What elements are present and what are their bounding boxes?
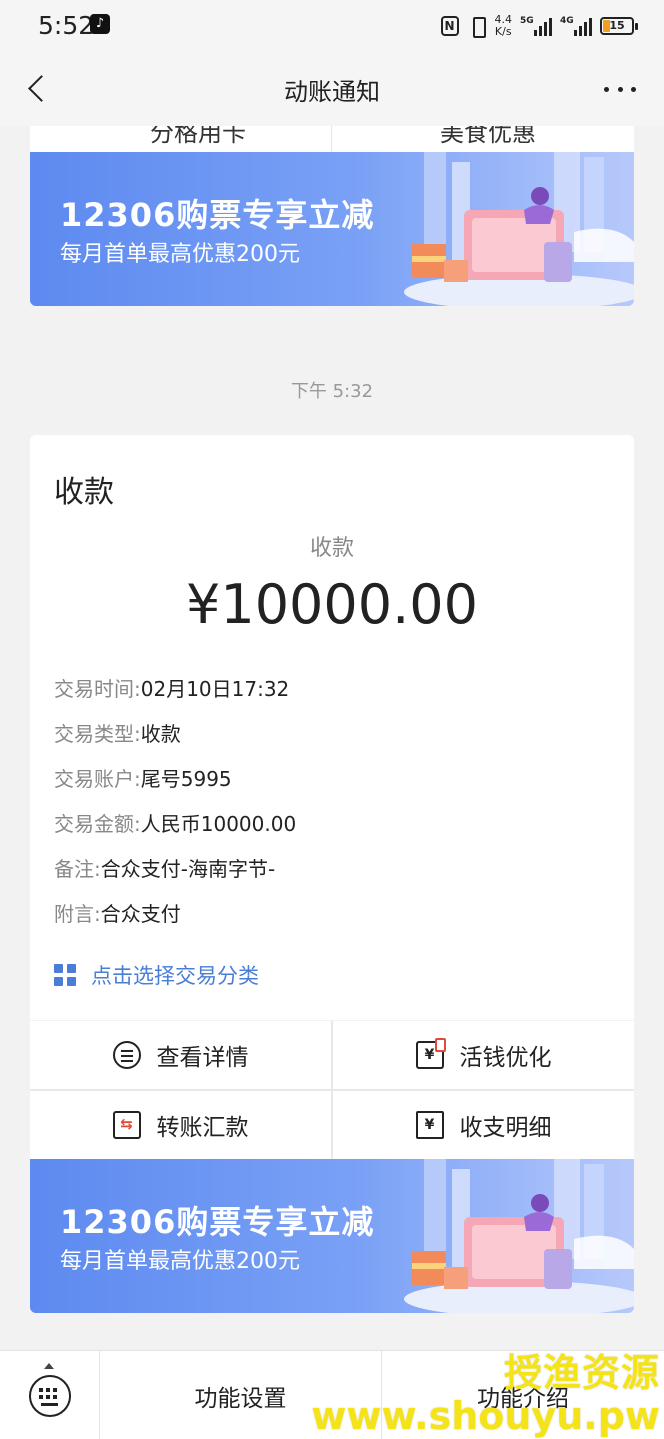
- network-speed: 4.4 K/s: [494, 13, 513, 38]
- detail-row-postscript: 附言:合众支付: [54, 902, 181, 926]
- expand-arrow-icon: [44, 1363, 54, 1369]
- status-time: 5:52: [38, 11, 95, 40]
- previous-card-right-action[interactable]: 美食优惠: [440, 126, 536, 148]
- previous-card-actions: 分格用卡 美食优惠: [30, 126, 634, 152]
- banner-title: 12306购票专享立减: [60, 1203, 375, 1241]
- status-indicators: N 4.4 K/s 5G 4G 15: [440, 12, 638, 40]
- banner-illustration: [404, 1159, 634, 1313]
- list-icon: [112, 1041, 141, 1069]
- banner-illustration: [404, 152, 634, 306]
- amount-value: ¥10000.00: [185, 573, 479, 636]
- battery-icon: 15: [600, 17, 638, 35]
- detail-row-time: 交易时间:02月10日17:32: [54, 677, 290, 701]
- banner-subtitle: 每月首单最高优惠200元: [60, 242, 300, 267]
- statement-button[interactable]: ¥ 收支明细: [333, 1091, 634, 1159]
- watermark-text: 授渔资源: [503, 1351, 660, 1395]
- watermark-url: www.shouyu.pw: [311, 1394, 660, 1438]
- detail-row-account: 交易账户:尾号5995: [54, 767, 232, 791]
- nfc-icon: N: [440, 16, 459, 36]
- banner-subtitle: 每月首单最高优惠200元: [60, 1249, 300, 1274]
- grid-icon: [54, 964, 76, 986]
- banner-title: 12306购票专享立减: [60, 196, 375, 234]
- signal-5g-icon: 5G: [520, 16, 552, 36]
- promo-banner-bottom[interactable]: 12306购票专享立减 每月首单最高优惠200元: [30, 1159, 634, 1313]
- select-category-link[interactable]: 点击选择交易分类: [54, 960, 259, 990]
- view-details-button[interactable]: 查看详情: [30, 1021, 331, 1089]
- tiktok-icon: ♪: [90, 14, 110, 34]
- detail-list: 交易时间:02月10日17:32 交易类型:收款 交易账户:尾号5995 交易金…: [54, 675, 614, 945]
- transaction-card: 收款 收款 ¥10000.00 交易时间:02月10日17:32 交易类型:收款…: [30, 435, 634, 1020]
- yuan-icon: ¥: [415, 1038, 446, 1069]
- keyboard-icon: [29, 1375, 71, 1417]
- transfer-button[interactable]: ⇆ 转账汇款: [30, 1091, 331, 1159]
- divider: [331, 126, 332, 152]
- bill-icon: ¥: [415, 1111, 444, 1139]
- optimize-funds-button[interactable]: ¥ 活钱优化: [333, 1021, 634, 1089]
- detail-row-type: 交易类型:收款: [54, 722, 181, 746]
- transfer-icon: ⇆: [112, 1111, 141, 1139]
- message-timestamp: 下午 5:32: [290, 381, 374, 402]
- select-category-label: 点击选择交易分类: [91, 964, 259, 988]
- keyboard-toggle-button[interactable]: [0, 1351, 100, 1439]
- signal-4g-icon: 4G: [560, 16, 592, 36]
- previous-card-left-action[interactable]: 分格用卡: [150, 126, 246, 148]
- detail-row-remark: 备注:合众支付-海南字节-: [54, 857, 276, 881]
- page-title: 动账通知: [284, 78, 380, 106]
- vibrate-icon: [467, 16, 487, 38]
- nav-bar: 动账通知: [0, 52, 664, 126]
- more-options-icon[interactable]: [604, 85, 636, 93]
- card-title: 收款: [54, 475, 114, 510]
- action-grid: 查看详情 ¥ 活钱优化 ⇆ 转账汇款 ¥ 收支明细: [30, 1021, 634, 1159]
- status-bar: 5:52 ♪ N 4.4 K/s 5G 4G 15: [0, 0, 664, 52]
- promo-banner[interactable]: 12306购票专享立减 每月首单最高优惠200元: [30, 152, 634, 306]
- amount-label: 收款: [309, 536, 354, 561]
- detail-row-amount: 交易金额:人民币10000.00: [54, 812, 297, 836]
